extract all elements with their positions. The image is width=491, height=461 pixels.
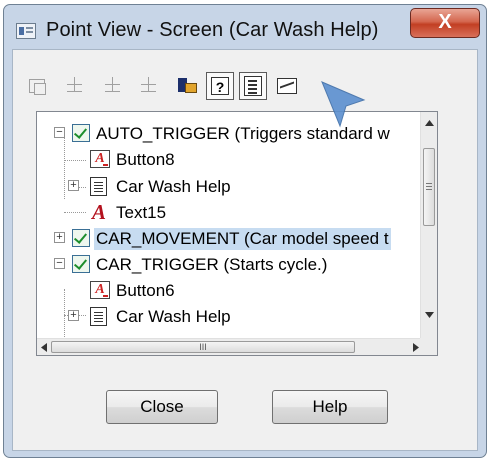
expand-tree-icon — [99, 72, 127, 100]
scroll-up-arrow-icon[interactable] — [425, 120, 434, 126]
tree-item-label: Text15 — [116, 203, 167, 222]
text-object-icon: A — [91, 200, 106, 224]
close-button[interactable]: Close — [106, 390, 218, 424]
properties-icon — [23, 72, 51, 100]
expand-icon[interactable]: + — [54, 232, 65, 243]
horizontal-scrollbar[interactable]: III — [37, 338, 427, 355]
tree-item-label: CAR_TRIGGER (Starts cycle.) — [96, 255, 328, 274]
horizontal-scroll-thumb[interactable]: III — [51, 341, 355, 353]
tree-icon — [61, 72, 89, 100]
expand-icon[interactable]: + — [68, 180, 79, 191]
tree-item-button6[interactable]: A Button6 — [37, 279, 427, 305]
tree-item-label: Car Wash Help — [116, 307, 231, 326]
collapse-icon[interactable]: − — [54, 127, 65, 138]
scroll-right-arrow-icon[interactable] — [413, 343, 419, 352]
chart-icon — [277, 78, 297, 94]
vertical-scroll-thumb[interactable] — [423, 148, 435, 226]
title-bar[interactable]: Point View - Screen (Car Wash Help) X — [4, 5, 486, 53]
app-icon — [16, 23, 36, 39]
tree-item-car-wash-help[interactable]: + Car Wash Help — [37, 175, 427, 201]
checkbox-checked-icon[interactable] — [72, 229, 90, 247]
checkbox-checked-icon[interactable] — [72, 124, 90, 142]
list-icon — [244, 76, 262, 96]
button-object-icon: A — [90, 150, 110, 168]
list-toolbar-button[interactable] — [239, 72, 267, 100]
vertical-scrollbar[interactable] — [420, 112, 437, 340]
help-toolbar-button[interactable]: ? — [206, 72, 234, 100]
screen-document-icon — [90, 177, 107, 196]
tree-item-label: Car Wash Help — [116, 177, 231, 196]
window-close-button[interactable]: X — [410, 8, 480, 38]
tree-item-label: Button6 — [116, 281, 175, 300]
book-icon[interactable] — [173, 72, 201, 100]
checkbox-checked-icon[interactable] — [72, 255, 90, 273]
tree-item-car-wash-help-2[interactable]: + Car Wash Help — [37, 305, 427, 331]
collapse-icon[interactable]: − — [54, 258, 65, 269]
expand-icon[interactable]: + — [68, 310, 79, 321]
mouse-cursor-icon — [321, 81, 366, 128]
tree-item-car-trigger[interactable]: − CAR_TRIGGER (Starts cycle.) — [37, 253, 427, 279]
tree-item-car-movement[interactable]: + CAR_MOVEMENT (Car model speed t — [37, 227, 427, 253]
help-icon: ? — [211, 77, 229, 95]
scroll-down-arrow-icon[interactable] — [425, 312, 434, 318]
help-button[interactable]: Help — [272, 390, 388, 424]
window-title: Point View - Screen (Car Wash Help) — [46, 19, 379, 41]
button-object-icon: A — [90, 281, 110, 299]
chart-toolbar-button[interactable] — [273, 72, 301, 100]
collapse-tree-icon — [135, 72, 163, 100]
tree-rows: − AUTO_TRIGGER (Triggers standard w A Bu… — [37, 112, 427, 340]
scroll-left-arrow-icon[interactable] — [41, 343, 47, 352]
point-tree-view[interactable]: − AUTO_TRIGGER (Triggers standard w A Bu… — [36, 111, 438, 356]
tree-item-label: CAR_MOVEMENT (Car model speed t — [94, 228, 391, 250]
scrollbar-corner — [420, 338, 437, 355]
tree-item-text15[interactable]: A Text15 — [37, 201, 427, 227]
tree-item-label: Button8 — [116, 150, 175, 169]
tree-item-button8[interactable]: A Button8 — [37, 148, 427, 174]
screen-document-icon — [90, 307, 107, 326]
